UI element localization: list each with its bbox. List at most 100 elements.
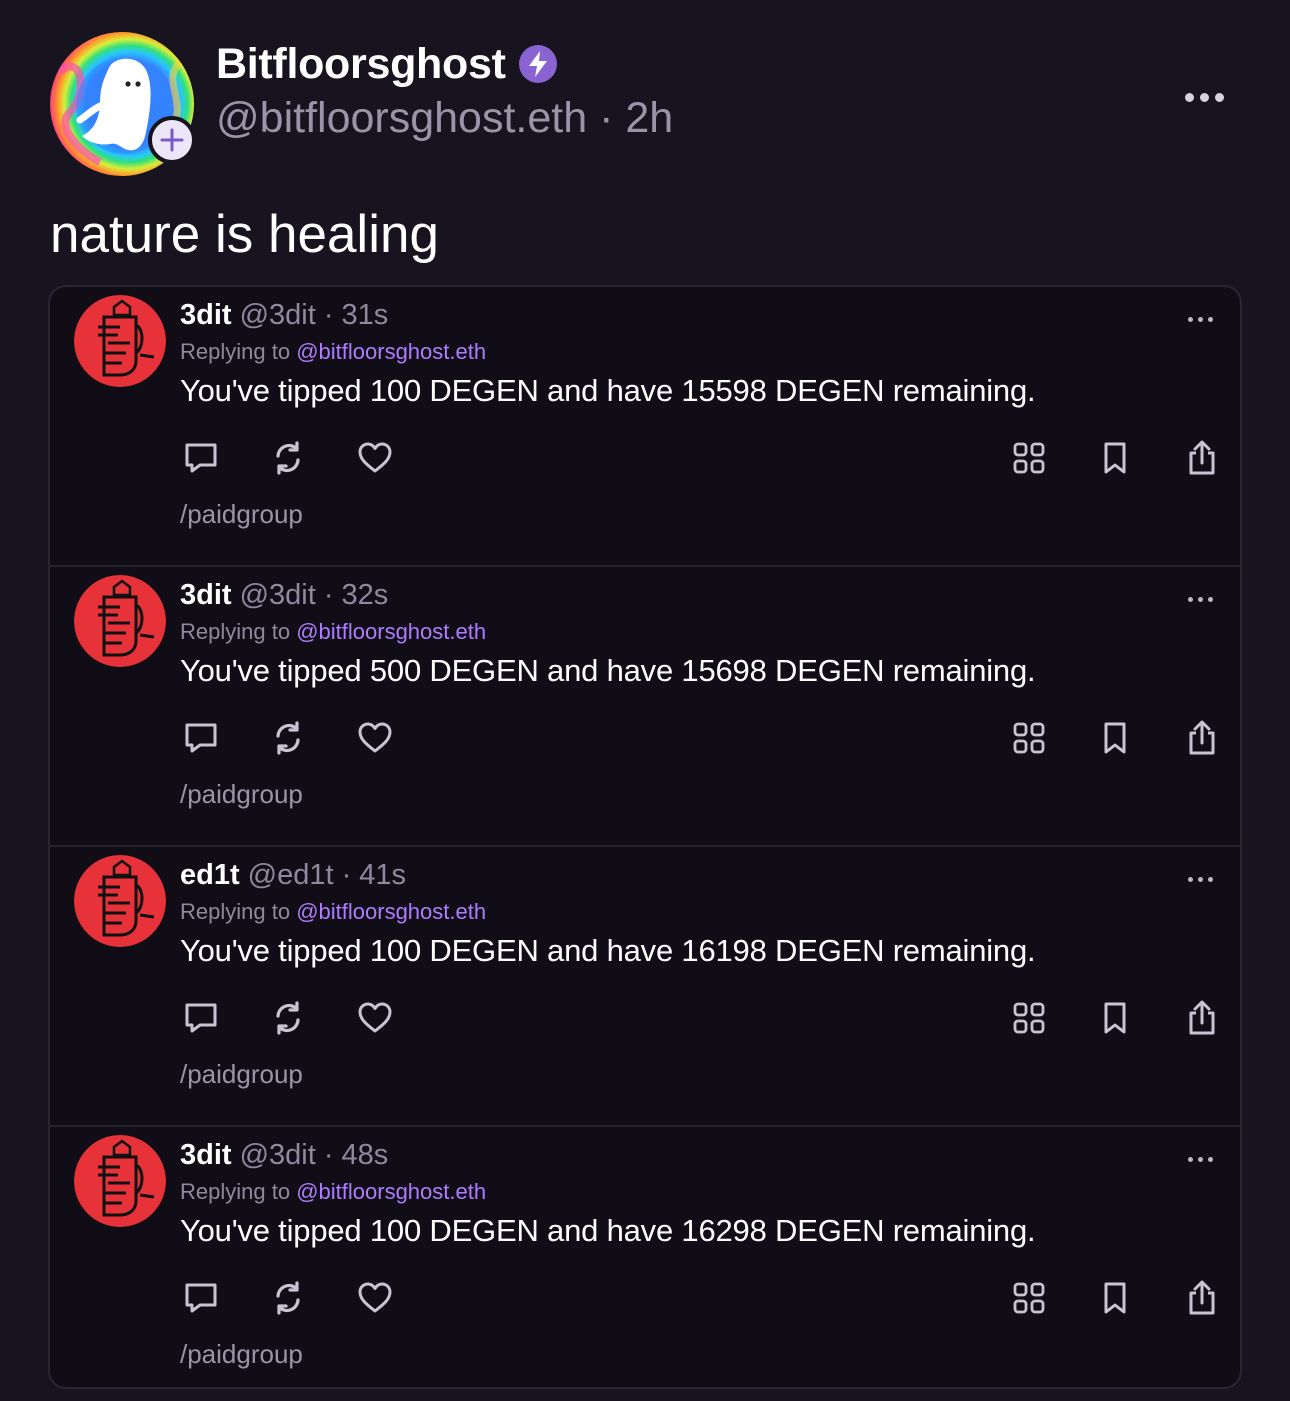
reply-author-name[interactable]: 3dit (180, 299, 232, 332)
reply-handle-time: @ed1t · 41s (247, 859, 407, 891)
dot-icon (1214, 92, 1224, 102)
recast-icon (276, 441, 300, 475)
comment-icon (185, 1283, 217, 1313)
replying-to: Replying to @bitfloorsghost.eth (180, 1179, 486, 1205)
replying-to: Replying to @bitfloorsghost.eth (180, 899, 486, 925)
channel-link[interactable]: /paidgroup (180, 1339, 303, 1370)
grid-icon (1013, 722, 1045, 754)
reply-header: 3dit @3dit · 32s (180, 579, 388, 617)
reply-header: 3dit @3dit · 48s (180, 1139, 388, 1177)
reply-header: ed1t @ed1t · 41s (180, 859, 406, 897)
dot-icon (1207, 1156, 1213, 1162)
heart-icon (358, 1282, 392, 1313)
comment-icon (185, 723, 217, 753)
recast-button[interactable] (267, 437, 309, 479)
replying-to-mention[interactable]: @bitfloorsghost.eth (296, 339, 486, 364)
reply-handle-time: @3dit · 31s (239, 299, 389, 331)
reply-more-button[interactable] (1178, 309, 1222, 329)
author-avatar[interactable] (50, 32, 196, 176)
dot-icon (1207, 316, 1213, 322)
reply-avatar[interactable] (74, 1135, 166, 1227)
heart-icon (358, 1002, 392, 1033)
dot-icon (1199, 92, 1209, 102)
reply-button[interactable] (180, 1277, 222, 1319)
reply-text: You've tipped 100 DEGEN and have 15598 D… (180, 373, 1036, 408)
replying-to-label: Replying to (180, 899, 291, 924)
reply-avatar[interactable] (74, 855, 166, 947)
plus-icon (160, 128, 184, 152)
grid-icon (1013, 442, 1045, 474)
recast-icon (276, 1001, 300, 1035)
apps-button[interactable] (1008, 437, 1050, 479)
follow-button[interactable] (148, 116, 196, 164)
cast: Bitfloorsghost @bitfloorsghost.eth · 2h … (0, 0, 1290, 1401)
channel-link[interactable]: /paidgroup (180, 1059, 303, 1090)
reply-author-name[interactable]: 3dit (180, 1139, 232, 1172)
replying-to-label: Replying to (180, 619, 291, 644)
reply-button[interactable] (180, 437, 222, 479)
replying-to: Replying to @bitfloorsghost.eth (180, 619, 486, 645)
reply-author-name[interactable]: ed1t (180, 859, 240, 892)
reply-handle-time: @3dit · 32s (239, 579, 389, 611)
dot-icon (1197, 596, 1203, 602)
author-name-row: Bitfloorsghost (216, 38, 558, 90)
like-button[interactable] (354, 1277, 396, 1319)
reply-more-button[interactable] (1178, 1149, 1222, 1169)
more-options-button[interactable] (1176, 82, 1232, 112)
share-icon (1189, 1000, 1215, 1035)
share-button[interactable] (1181, 997, 1223, 1039)
replying-to-mention[interactable]: @bitfloorsghost.eth (296, 899, 486, 924)
comment-icon (185, 443, 217, 473)
reply-item[interactable]: 3dit @3dit · 32s Replying to @bitfloorsg… (50, 567, 1240, 847)
replying-to-mention[interactable]: @bitfloorsghost.eth (296, 1179, 486, 1204)
reply-button[interactable] (180, 997, 222, 1039)
like-button[interactable] (354, 437, 396, 479)
reply-handle-time: @3dit · 48s (239, 1139, 389, 1171)
recast-button[interactable] (267, 717, 309, 759)
share-button[interactable] (1181, 1277, 1223, 1319)
reply-header: 3dit @3dit · 31s (180, 299, 388, 337)
replying-to-label: Replying to (180, 1179, 291, 1204)
recast-button[interactable] (267, 1277, 309, 1319)
recast-button[interactable] (267, 997, 309, 1039)
cast-text: nature is healing (50, 205, 439, 264)
reply-item[interactable]: 3dit @3dit · 48s Replying to @bitfloorsg… (50, 1127, 1240, 1387)
dot-icon (1197, 876, 1203, 882)
replying-to-mention[interactable]: @bitfloorsghost.eth (296, 619, 486, 644)
reply-text: You've tipped 100 DEGEN and have 16198 D… (180, 933, 1036, 968)
reply-item[interactable]: 3dit @3dit · 31s Replying to @bitfloorsg… (50, 287, 1240, 567)
bookmark-button[interactable] (1094, 437, 1136, 479)
bookmark-icon (1104, 442, 1126, 474)
share-icon (1189, 440, 1215, 475)
bookmark-button[interactable] (1094, 1277, 1136, 1319)
dot-icon (1187, 596, 1193, 602)
like-button[interactable] (354, 717, 396, 759)
dot-icon (1187, 876, 1193, 882)
dot-icon (1197, 1156, 1203, 1162)
apps-button[interactable] (1008, 997, 1050, 1039)
share-icon (1189, 1280, 1215, 1315)
share-button[interactable] (1181, 437, 1223, 479)
reply-item[interactable]: ed1t @ed1t · 41s Replying to @bitfloorsg… (50, 847, 1240, 1127)
reply-author-name[interactable]: 3dit (180, 579, 232, 612)
reply-more-button[interactable] (1178, 589, 1222, 609)
reply-button[interactable] (180, 717, 222, 759)
reply-text: You've tipped 100 DEGEN and have 16298 D… (180, 1213, 1036, 1248)
channel-link[interactable]: /paidgroup (180, 779, 303, 810)
reply-more-button[interactable] (1178, 869, 1222, 889)
channel-link[interactable]: /paidgroup (180, 499, 303, 530)
apps-button[interactable] (1008, 717, 1050, 759)
embedded-replies: 3dit @3dit · 31s Replying to @bitfloorsg… (48, 285, 1242, 1389)
author-handle-time[interactable]: @bitfloorsghost.eth · 2h (216, 94, 673, 143)
author-name[interactable]: Bitfloorsghost (216, 40, 506, 89)
reply-text: You've tipped 500 DEGEN and have 15698 D… (180, 653, 1036, 688)
reply-avatar[interactable] (74, 575, 166, 667)
like-button[interactable] (354, 997, 396, 1039)
share-button[interactable] (1181, 717, 1223, 759)
apps-button[interactable] (1008, 1277, 1050, 1319)
bookmark-button[interactable] (1094, 997, 1136, 1039)
bookmark-icon (1104, 1282, 1126, 1314)
reply-avatar[interactable] (74, 295, 166, 387)
bookmark-button[interactable] (1094, 717, 1136, 759)
bookmark-icon (1104, 722, 1126, 754)
